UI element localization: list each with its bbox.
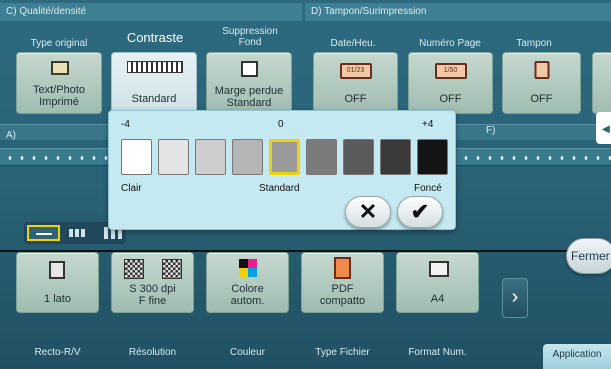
label-stamp: Tampon	[516, 38, 552, 49]
caption-duplex: Recto-R/V	[34, 347, 81, 358]
label-page-number: Numéro Page	[419, 38, 481, 49]
contrast-swatch[interactable]	[380, 139, 411, 175]
file-type-button[interactable]: PDF compatto	[301, 252, 384, 313]
contrast-swatch[interactable]	[232, 139, 263, 175]
resolution-icon-left	[124, 259, 144, 279]
thumbnail-view-icon[interactable]	[69, 229, 87, 237]
scan-size-button[interactable]: A4	[396, 252, 479, 313]
contrast-popup: -4 0 +4 Clair Standard Foncé ✕ ✔	[108, 110, 456, 230]
color-mode-icon	[239, 259, 257, 277]
close-button[interactable]: Fermer	[566, 238, 611, 274]
duplex-icon	[49, 261, 65, 279]
page-number-icon: 1/50	[434, 63, 467, 79]
resolution-icon-right	[162, 259, 182, 279]
close-icon: ✕	[358, 199, 378, 224]
caption-file-type: Type Fichier	[315, 347, 370, 358]
contrast-scale-icon	[127, 61, 183, 73]
pdf-file-icon	[334, 257, 351, 279]
caption-scan-size: Format Num.	[408, 347, 467, 358]
label-original-type: Type original	[30, 38, 88, 49]
resolution-button[interactable]: S 300 dpi F fine	[111, 252, 194, 313]
document-icon	[51, 61, 69, 75]
contrast-swatch[interactable]	[417, 139, 448, 175]
background-removal-button[interactable]: Marge perdue Standard	[206, 52, 292, 114]
background-removal-icon	[241, 61, 258, 77]
double-arrow-left-icon: ◂	[602, 120, 610, 136]
label-background-removal: Suppression Fond	[222, 26, 278, 48]
cancel-button[interactable]: ✕	[345, 196, 391, 228]
checkmark-icon: ✔	[410, 199, 430, 224]
next-stamp-button-partial[interactable]	[592, 52, 611, 114]
caption-resolution: Résolution	[128, 347, 177, 358]
contrast-swatch[interactable]	[269, 139, 300, 175]
original-type-button[interactable]: Text/Photo Imprimé	[16, 52, 102, 114]
date-time-button[interactable]: 01/23 OFF	[313, 52, 398, 114]
scale-min-label: -4	[121, 119, 130, 130]
scale-mid-label: 0	[278, 119, 284, 130]
color-button[interactable]: Colore autom.	[206, 252, 289, 313]
stamp-button[interactable]: OFF	[502, 52, 581, 114]
light-label: Clair	[121, 183, 142, 194]
contrast-button[interactable]: Standard	[111, 52, 197, 114]
caption-color: Couleur	[229, 347, 266, 358]
section-bar-f-label: F)	[486, 125, 496, 136]
label-contrast: Contraste	[126, 30, 184, 45]
contrast-swatch[interactable]	[343, 139, 374, 175]
list-view-icon[interactable]	[27, 225, 60, 241]
paper-size-icon	[429, 261, 449, 277]
duplex-button[interactable]: 1 lato	[16, 252, 99, 313]
page-number-button[interactable]: 1/50 OFF	[408, 52, 493, 114]
contrast-swatch[interactable]	[195, 139, 226, 175]
contrast-swatch[interactable]	[121, 139, 152, 175]
stamp-icon	[534, 61, 549, 79]
ok-button[interactable]: ✔	[397, 196, 443, 228]
label-date-time: Date/Heu.	[330, 38, 376, 49]
contrast-swatch[interactable]	[158, 139, 189, 175]
chevron-right-icon: ›	[511, 286, 519, 308]
contrast-swatch[interactable]	[306, 139, 337, 175]
section-header-stamp: D) Tampon/Surimpression	[305, 3, 611, 21]
standard-label: Standard	[259, 183, 300, 194]
dark-label: Foncé	[414, 183, 442, 194]
application-tab[interactable]: Application	[543, 344, 611, 369]
date-stamp-icon: 01/23	[339, 63, 372, 79]
scale-max-label: +4	[422, 119, 434, 130]
bottom-next-button[interactable]: ›	[502, 278, 528, 318]
section-header-quality: C) Qualité/densité	[0, 3, 302, 21]
side-collapse-button[interactable]: ◂	[596, 112, 611, 144]
